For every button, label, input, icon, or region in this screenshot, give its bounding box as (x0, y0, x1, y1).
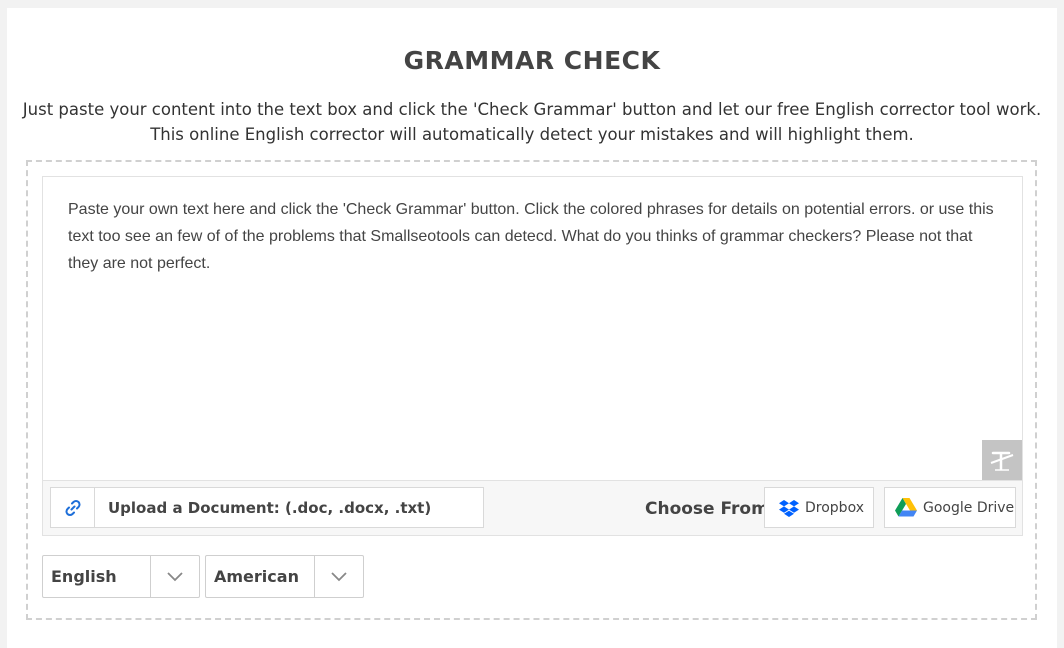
page-description: Just paste your content into the text bo… (0, 97, 1064, 147)
link-icon (64, 499, 81, 516)
language-select[interactable]: English (42, 555, 200, 598)
dropbox-label: Dropbox (805, 499, 864, 516)
dropbox-icon (779, 499, 799, 517)
upload-toolbar: Upload a Document: (.doc, .docx, .txt) C… (42, 480, 1023, 536)
editor-content[interactable]: Paste your own text here and click the '… (68, 196, 998, 277)
google-drive-button[interactable]: Google Drive (884, 487, 1016, 528)
chevron-down-icon (331, 571, 347, 581)
variant-dropdown-arrow[interactable] (314, 556, 363, 597)
dropbox-button[interactable]: Dropbox (764, 487, 874, 528)
description-line-1: Just paste your content into the text bo… (22, 100, 1042, 119)
description-line-2: This online English corrector will autom… (150, 125, 914, 144)
variant-select[interactable]: American (205, 555, 364, 598)
choose-from-label: Choose From: (645, 499, 776, 519)
chevron-down-icon (167, 571, 183, 581)
upload-label: Upload a Document: (.doc, .docx, .txt) (108, 498, 432, 517)
page-title: GRAMMAR CHECK (403, 46, 661, 75)
language-value: English (51, 567, 117, 586)
upload-document-button[interactable]: Upload a Document: (.doc, .docx, .txt) (50, 487, 484, 528)
google-drive-icon (895, 498, 917, 517)
clear-text-button[interactable] (982, 440, 1022, 480)
clear-text-icon (990, 451, 1014, 471)
language-dropdown-arrow[interactable] (150, 556, 199, 597)
variant-value: American (214, 567, 299, 586)
link-icon-wrap (51, 488, 95, 527)
text-editor[interactable]: Paste your own text here and click the '… (42, 176, 1023, 481)
google-drive-label: Google Drive (923, 499, 1015, 516)
